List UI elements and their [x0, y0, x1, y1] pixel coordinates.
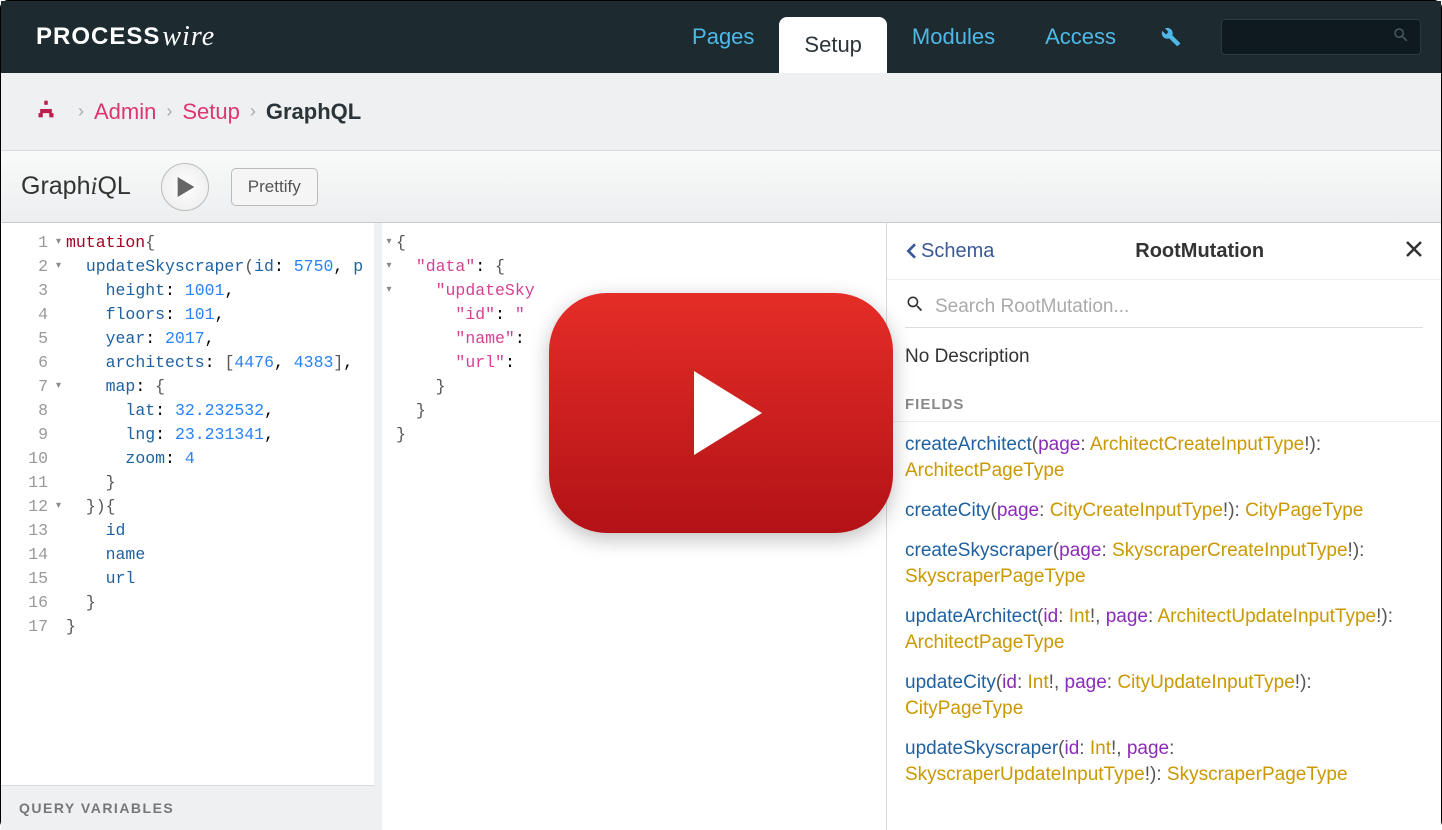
docs-search [887, 280, 1441, 334]
execute-button[interactable] [161, 163, 209, 211]
graphiql-logo: GraphiQL [21, 172, 131, 201]
close-icon[interactable] [1405, 237, 1423, 265]
primary-nav: Pages Setup Modules Access [667, 1, 1201, 73]
nav-setup[interactable]: Setup [779, 17, 887, 73]
breadcrumb: › Admin › Setup › GraphQL [1, 73, 1441, 151]
docs-title: RootMutation [1135, 240, 1264, 263]
docs-explorer: Schema RootMutation No Description FIELD… [886, 223, 1441, 830]
play-icon [694, 371, 762, 455]
field-item[interactable]: updateArchitect(id: Int!, page: Architec… [905, 604, 1423, 656]
fields-heading: FIELDS [887, 386, 1441, 422]
nav-modules[interactable]: Modules [887, 1, 1020, 73]
field-item[interactable]: createSkyscraper(page: SkyscraperCreateI… [905, 538, 1423, 590]
breadcrumb-setup[interactable]: Setup [182, 99, 240, 125]
field-item[interactable]: updateCity(id: Int!, page: CityUpdateInp… [905, 670, 1423, 722]
query-editor[interactable]: 1234567891011121314151617 ▾▾▾▾ mutation{… [1, 223, 374, 785]
prettify-button[interactable]: Prettify [231, 168, 318, 206]
field-item[interactable]: updateSkyscraper(id: Int!, page: Skyscra… [905, 736, 1423, 788]
global-search [1221, 1, 1421, 73]
query-editor-pane: 1234567891011121314151617 ▾▾▾▾ mutation{… [1, 223, 382, 830]
top-navigation-bar: PROCESSwire Pages Setup Modules Access [1, 1, 1441, 73]
nav-access[interactable]: Access [1020, 1, 1141, 73]
graphiql-toolbar: GraphiQL Prettify [1, 151, 1441, 223]
docs-back-button[interactable]: Schema [905, 240, 994, 263]
breadcrumb-current: GraphQL [266, 99, 361, 125]
field-item[interactable]: createArchitect(page: ArchitectCreateInp… [905, 432, 1423, 484]
search-icon [1392, 26, 1410, 49]
youtube-play-overlay[interactable] [549, 293, 893, 533]
processwire-logo: PROCESSwire [36, 1, 215, 73]
sitemap-icon[interactable] [36, 99, 56, 124]
nav-pages[interactable]: Pages [667, 1, 779, 73]
wrench-icon[interactable] [1141, 1, 1201, 73]
docs-search-input[interactable] [935, 296, 1423, 318]
breadcrumb-admin[interactable]: Admin [94, 99, 156, 125]
docs-description: No Description [887, 334, 1441, 386]
search-input[interactable] [1221, 19, 1421, 55]
fields-list: createArchitect(page: ArchitectCreateInp… [887, 422, 1441, 812]
query-variables-toggle[interactable]: Query Variables [1, 785, 374, 830]
search-icon [905, 294, 925, 319]
field-item[interactable]: createCity(page: CityCreateInputType!): … [905, 498, 1423, 524]
